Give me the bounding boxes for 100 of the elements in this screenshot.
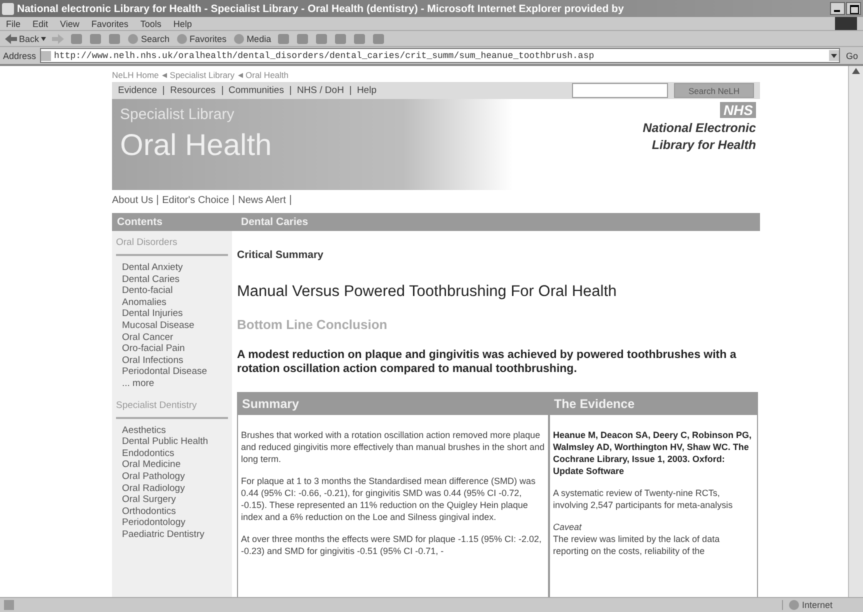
- summary-header: Summary: [238, 393, 548, 415]
- scroll-up-icon[interactable]: [852, 68, 860, 74]
- square-icon: [372, 32, 386, 44]
- square-icon: [70, 32, 84, 44]
- page-subheading: Critical Summary: [237, 249, 324, 261]
- forward-button[interactable]: [51, 34, 66, 44]
- security-zone: Internet: [802, 600, 833, 610]
- window-title: National electronic Library for Health - Specialist Library - Oral Health (dentistry) - Microsoft Internet Explorer provided by: [17, 2, 625, 14]
- back-button[interactable]: Back: [4, 34, 48, 44]
- menu-item[interactable]: Favorites: [91, 18, 128, 28]
- sidebar-link[interactable]: Dental Anxiety: [122, 262, 228, 274]
- bullet-arrow-icon: [162, 72, 167, 78]
- contents-header: Contents: [116, 216, 164, 228]
- refresh-button[interactable]: [88, 32, 104, 44]
- menu-item[interactable]: Help: [173, 18, 192, 28]
- sidebar-link[interactable]: Dento-facial: [122, 285, 228, 297]
- caveat-label: Caveat: [553, 521, 583, 533]
- round-icon: [176, 32, 188, 44]
- banner-title: Oral Health: [120, 129, 272, 163]
- evidence-paragraph: A systematic review of Twenty-nine RCTs, involving 2,547 participants for meta-analysis: [553, 487, 734, 511]
- breadcrumb-link[interactable]: Specialist Library: [170, 70, 235, 80]
- sidebar-link[interactable]: Oral Radiology: [122, 482, 228, 494]
- menu-item[interactable]: File: [6, 18, 21, 28]
- nav-link[interactable]: Evidence: [118, 85, 158, 96]
- square-icon: [334, 32, 348, 44]
- site-link[interactable]: News Alert: [238, 194, 286, 206]
- discuss-button[interactable]: [352, 32, 368, 44]
- sidebar-link[interactable]: ... more: [122, 378, 228, 390]
- square-icon: [89, 32, 102, 44]
- site-link[interactable]: About Us: [112, 194, 154, 206]
- sidebar-link[interactable]: Endodontics: [122, 448, 228, 460]
- nav-link[interactable]: Resources: [170, 85, 216, 96]
- breadcrumb-link[interactable]: Oral Health: [246, 70, 289, 80]
- round-icon: [232, 32, 245, 44]
- sidebar-link[interactable]: Mucosal Disease: [122, 320, 228, 332]
- conclusion-text: A modest reduction on plaque and gingivitis was achieved by powered toothbrushes with a rotation oscillation action compared to manual toothbrushing.: [237, 348, 738, 376]
- sidebar-link[interactable]: Oral Surgery: [122, 494, 228, 506]
- square-icon: [353, 32, 366, 44]
- stop-button[interactable]: [69, 32, 84, 44]
- address-label: Address: [3, 50, 36, 60]
- evidence-header: The Evidence: [550, 393, 757, 415]
- sidebar-link[interactable]: Dental Injuries: [122, 308, 228, 320]
- article-title: Manual Versus Powered Toothbrushing For Oral Health: [237, 283, 618, 301]
- minimize-button[interactable]: [830, 2, 845, 15]
- breadcrumb-link[interactable]: NeLH Home: [112, 70, 159, 80]
- maximize-button[interactable]: [846, 2, 861, 15]
- sidebar-link[interactable]: Dental Public Health: [122, 436, 228, 448]
- dropdown-caret-icon[interactable]: [828, 50, 839, 61]
- evidence-paragraph: The review was limited by the lack of data reporting on the costs, reliability of the: [553, 533, 721, 557]
- section-heading: Bottom Line Conclusion: [237, 317, 388, 332]
- square-icon: [315, 32, 328, 44]
- nav-link[interactable]: Help: [356, 85, 376, 96]
- favorites-button[interactable]: Favorites: [174, 32, 228, 44]
- caret-icon: [41, 36, 46, 40]
- summary-paragraph: For plaque at 1 to 3 months the Standardised mean difference (SMD) was 0.44 (95% CI: -0.66, -0.21), for gingivitis SMD was 0.44 (95% CI -0.72, -0.15). These represented an 11% reduction on the Quigley Hein plaque index and a 6% reduction on the Loe and Silness gingival index.: [241, 475, 536, 523]
- sidebar-link[interactable]: Oro-facial Pain: [122, 343, 228, 355]
- bullet-arrow-icon: [238, 72, 243, 78]
- nav-link[interactable]: Communities: [228, 85, 284, 96]
- sidebar-link[interactable]: Aesthetics: [122, 424, 228, 436]
- citation-text: Heanue M, Deacon SA, Deery C, Robinson PG, Walmsley AD, Worthington HV, Shaw WC. The Cochrane Library, Issue 1, 2003. Oxford: Update Software: [553, 429, 753, 477]
- left-arrow-icon: [5, 34, 17, 44]
- home-button[interactable]: [107, 32, 122, 44]
- round-icon: [127, 32, 140, 44]
- sidebar-link[interactable]: Paediatric Dentistry: [122, 528, 228, 540]
- address-field[interactable]: http://www.nelh.nhs.uk/oralhealth/dental_disorders/dental_caries/crit_summ/sum_heanue_toothbrush.asp: [40, 48, 840, 63]
- edit-button[interactable]: [333, 32, 348, 44]
- menu-item[interactable]: Edit: [32, 18, 48, 28]
- sidebar-link[interactable]: Periodontal Disease: [122, 366, 228, 378]
- banner-subtitle: Specialist Library: [120, 106, 236, 123]
- mail-button[interactable]: [295, 32, 310, 44]
- print-button[interactable]: [314, 32, 330, 44]
- page-icon: [41, 50, 52, 60]
- sidebar-link[interactable]: Anomalies: [122, 296, 228, 308]
- history-button[interactable]: [276, 32, 292, 44]
- search-field[interactable]: [572, 83, 668, 98]
- sidebar-link[interactable]: Oral Cancer: [122, 332, 228, 344]
- sidebar-heading: Specialist Dentistry: [116, 400, 228, 419]
- site-link[interactable]: Editor's Choice: [162, 194, 230, 206]
- sidebar-link[interactable]: Orthodontics: [122, 506, 228, 518]
- sidebar-link[interactable]: Dental Caries: [122, 274, 228, 286]
- sidebar-link[interactable]: Periodontology: [122, 517, 228, 529]
- logo-badge: NHS: [720, 102, 756, 118]
- go-button[interactable]: Go: [844, 50, 860, 60]
- search-button[interactable]: Search: [126, 32, 171, 44]
- sidebar-link[interactable]: Oral Infections: [122, 354, 228, 366]
- nav-link[interactable]: NHS / DoH: [296, 85, 344, 96]
- sidebar-link[interactable]: Oral Medicine: [122, 459, 228, 471]
- sidebar-heading: Oral Disorders: [116, 237, 228, 256]
- square-icon: [277, 32, 290, 44]
- messenger-button[interactable]: [371, 32, 386, 44]
- media-button[interactable]: Media: [232, 32, 272, 44]
- vertical-scrollbar[interactable]: [848, 66, 863, 597]
- logo-text: Library for Health: [652, 137, 756, 154]
- menu-item[interactable]: Tools: [140, 18, 162, 28]
- sidebar-link[interactable]: Oral Pathology: [122, 470, 228, 482]
- menu-item[interactable]: View: [60, 18, 80, 28]
- square-icon: [296, 32, 310, 44]
- square-icon: [108, 32, 122, 44]
- globe-icon: [789, 600, 799, 610]
- section-header: Dental Caries: [240, 216, 308, 228]
